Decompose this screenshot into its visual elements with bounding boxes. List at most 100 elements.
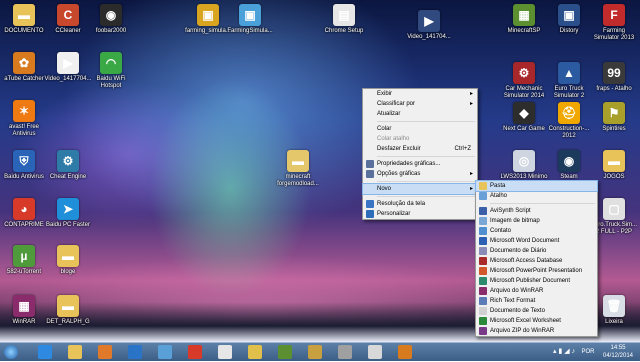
desktop-icon[interactable]: ✿ aTube Catcher [0,52,48,83]
desktop-icon[interactable]: ▣ farming_simula... [184,4,232,35]
menu-item[interactable]: Microsoft Word Document [476,236,597,246]
menu-item-label: Resolução da tela [377,201,426,207]
menu-item-label: Rich Text Format [490,298,536,304]
desktop-icon[interactable]: ▦ MinecraftSP [500,4,548,35]
control-panel-icon[interactable] [188,345,202,359]
desktop-icon-label: Spintires [602,126,626,132]
desktop-icon[interactable]: ◉ Steam [545,150,593,181]
desktop-icon-label: DET_RALPH_G [46,319,90,325]
menu-item-label: Exibir [377,91,393,97]
desktop-icon[interactable]: ▬ DET_RALPH_G [44,295,92,326]
steam-icon[interactable] [248,345,262,359]
menu-item[interactable]: Colar [363,124,477,134]
language-indicator[interactable]: POR [580,343,596,361]
menu-item[interactable]: Exibir ▸ [363,89,477,99]
game-icon[interactable] [338,345,352,359]
desktop-icon[interactable]: ▤ Chrome Setup [320,4,368,35]
desktop-icon[interactable]: ◆ Next Car Game [500,102,548,133]
menu-item-label: AviSynth Script [490,208,531,214]
menu-item[interactable]: Atalho [476,191,597,201]
desktop-icon[interactable]: ◎ LWS2013 Minimo [500,150,548,181]
menu-item-label: Opções gráficas [377,171,421,177]
desktop-icon[interactable]: ➤ Baidu PC Faster [44,198,92,229]
menu-item[interactable]: Novo ▸ [362,183,478,195]
menu-item[interactable]: Personalizar [363,209,477,219]
desktop-icon[interactable]: ▬ bloge [44,245,92,276]
chrome-icon[interactable] [218,345,232,359]
menu-item[interactable]: Atualizar [363,109,477,119]
desktop-icon[interactable]: ▣ Distory [545,4,593,35]
desktop-icon[interactable]: ⚙ Cheat Engine [44,150,92,181]
atube-icon[interactable] [398,345,412,359]
menu-item-label: Pasta [490,183,506,189]
menu-item[interactable]: Microsoft Excel Worksheet [476,316,597,326]
desktop-icon-image: 🗑 [603,295,625,317]
desktop-icon[interactable]: ⛑ Construction-... 2012 [545,102,593,140]
menu-item-label: Desfazer Excluir [377,146,421,152]
desktop-icon[interactable]: ▶ Video_1417704... [44,52,92,83]
desktop-icon[interactable]: ⚙ Car Mechanic Simulator 2014 [500,62,548,100]
desktop-icon[interactable]: 99 fraps - Atalho [590,62,638,93]
menu-item[interactable]: Contato [476,226,597,236]
menu-item[interactable]: Opções gráficas ▸ [363,169,477,179]
windows-icon[interactable] [128,345,142,359]
desktop-icon[interactable]: ⚑ Spintires [590,102,638,133]
clock-app-icon[interactable] [368,345,382,359]
minecraft-icon[interactable] [278,345,292,359]
submenu-arrow-icon: ▸ [469,101,473,107]
start-button[interactable] [4,345,18,359]
desktop-icon[interactable]: ✶ avast! Free Antivirus [0,100,48,138]
desktop-icon[interactable]: C CCleaner [44,4,92,35]
menu-item-icon [479,192,487,200]
menu-item[interactable]: Documento de Texto [476,306,597,316]
menu-item[interactable]: Microsoft Access Database [476,256,597,266]
desktop-icon[interactable]: ◉ foobar2000 [87,4,135,35]
media-player-icon[interactable] [98,345,112,359]
desktop-icon-label: aTube Catcher [4,76,44,82]
desktop-icon[interactable]: µ 582-uTorrent [0,245,48,276]
menu-item[interactable]: Arquivo ZIP do WinRAR [476,326,597,336]
desktop-icon[interactable]: ▲ Euro Truck Simulator 2 [545,62,593,100]
menu-item[interactable]: Microsoft PowerPoint Presentation [476,266,597,276]
desktop-icon-image: ◆ [513,102,535,124]
ie-icon[interactable] [38,345,52,359]
desktop-icon-label: CONTAPRIME [4,222,44,228]
menu-item[interactable]: AviSynth Script [476,206,597,216]
network-icon[interactable] [158,345,172,359]
menu-item-icon [366,200,374,208]
menu-item[interactable]: Documento de Diário [476,246,597,256]
menu-item[interactable]: Classificar por ▸ [363,99,477,109]
menu-item[interactable]: Desfazer Excluir Ctrl+Z [363,144,477,154]
desktop-icon-image: ◠ [100,52,122,74]
desktop-icon[interactable]: ⛨ Baidu Antivirus [0,150,48,181]
desktop-icon-label: fraps - Atalho [596,86,632,92]
menu-item-icon [479,317,487,325]
menu-item-label: Microsoft PowerPoint Presentation [490,268,583,274]
desktop-icon[interactable]: ▣ FarmingSimula... [226,4,274,35]
menu-item-label: Microsoft Word Document [490,238,560,244]
menu-item[interactable]: Rich Text Format [476,296,597,306]
menu-item[interactable]: Propriedades gráficas... [363,159,477,169]
desktop-icon[interactable]: F Farming Simulator 2013 [590,4,638,42]
desktop-icon-label: farming_simula... [185,28,231,34]
menu-item[interactable]: Arquivo do WinRAR [476,286,597,296]
desktop-icon-image: ▣ [558,4,580,26]
desktop-icon-label: Video_141704... [407,34,451,40]
desktop-icon[interactable]: ◠ Baidu WiFi Hotspot [87,52,135,90]
desktop-icon[interactable]: ▬ minecraft forgemodload... [274,150,322,188]
desktop-icon[interactable]: ▬ DOCUMENTO [0,4,48,35]
menu-item[interactable]: Resolução da tela [363,199,477,209]
desktop-icon[interactable]: ▶ Video_141704... [405,10,453,41]
menu-item[interactable]: Imagem de bitmap [476,216,597,226]
desktop-icon-label: 582-uTorrent [6,269,42,275]
menu-item-label: Classificar por [377,101,416,107]
explorer-icon[interactable] [68,345,82,359]
desktop-icon-image: F [603,4,625,26]
desktop-icon[interactable]: ◕ CONTAPRIME [0,198,48,229]
desktop-icon[interactable]: ▦ WinRAR [0,295,48,326]
clock[interactable]: 14:55 04/12/2014 [598,343,638,362]
farming-icon[interactable] [308,345,322,359]
desktop-icon[interactable]: ▬ JOGOS [590,150,638,181]
menu-item[interactable]: Pasta [475,180,598,192]
menu-item[interactable]: Microsoft Publisher Document [476,276,597,286]
